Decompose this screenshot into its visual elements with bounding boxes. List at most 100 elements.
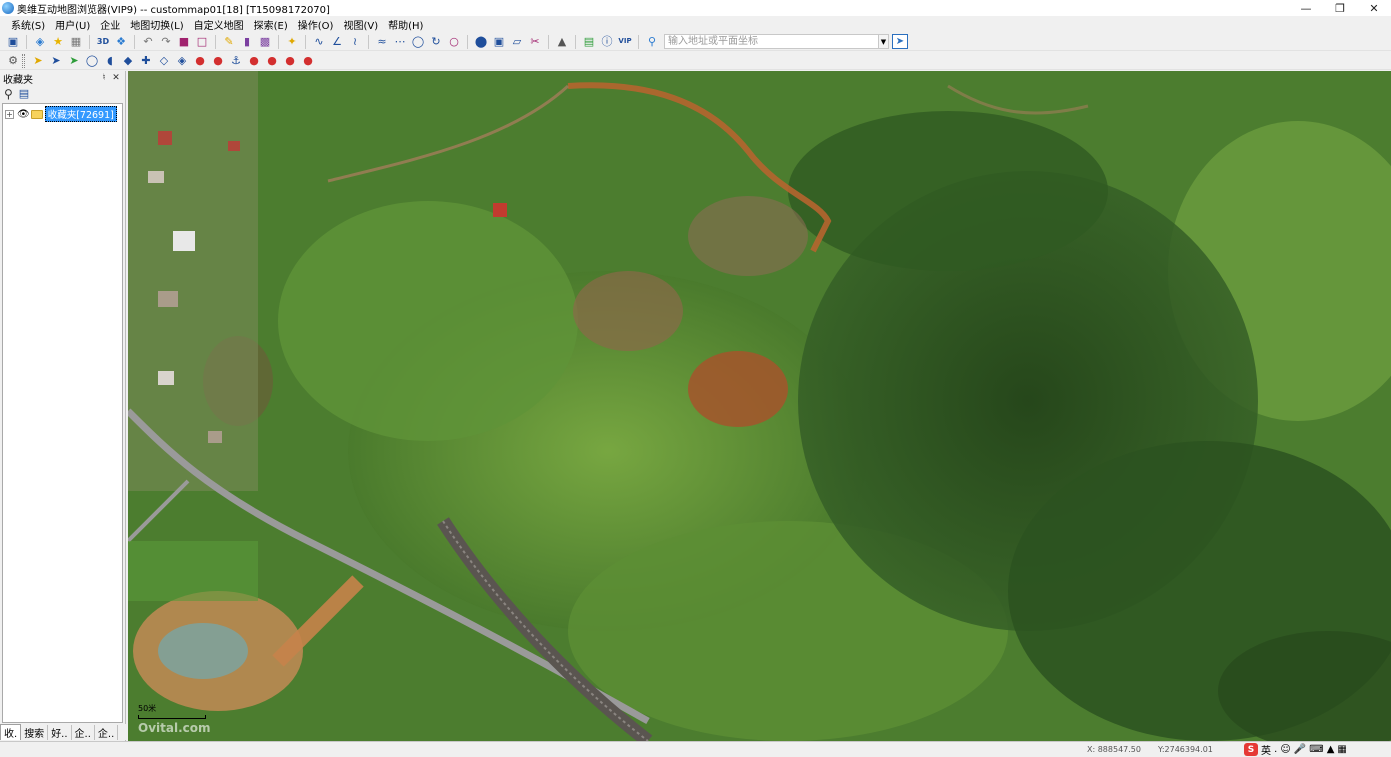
- expand-icon[interactable]: +: [5, 109, 14, 119]
- cross-icon[interactable]: ✚: [138, 53, 154, 69]
- tab-enterprise-2[interactable]: 企..: [95, 724, 119, 740]
- tab-enterprise-1[interactable]: 企..: [72, 724, 95, 740]
- title-bar: 奥维互动地图浏览器(VIP9) -- custommap01[18] [T150…: [0, 0, 1391, 16]
- diamond-outline-icon[interactable]: ◇: [156, 53, 172, 69]
- emoji-icon[interactable]: ☺: [1280, 744, 1290, 755]
- keyboard-icon[interactable]: ⌨: [1309, 744, 1323, 755]
- punctuation-icon[interactable]: ․: [1274, 744, 1277, 755]
- menu-system[interactable]: 系统(S): [6, 17, 50, 32]
- save-icon[interactable]: ▣: [5, 34, 21, 50]
- search-input[interactable]: [664, 34, 879, 49]
- menu-view[interactable]: 视图(V): [338, 17, 383, 32]
- angle-icon[interactable]: ∠: [329, 34, 345, 50]
- eraser-icon[interactable]: ▱: [509, 34, 525, 50]
- tree-root-row[interactable]: + 👁 收藏夹[72691]: [5, 106, 120, 122]
- toolbar-separator: [575, 34, 576, 49]
- path-icon[interactable]: ≈: [374, 34, 390, 50]
- microphone-icon[interactable]: 🎤: [1294, 744, 1306, 755]
- layers-stack-icon[interactable]: ▤: [19, 87, 29, 100]
- y-coordinate: Y:2746394.01: [1158, 744, 1213, 754]
- polyline-icon[interactable]: ∿: [311, 34, 327, 50]
- globe-view-icon[interactable]: ❖: [113, 34, 129, 50]
- three-d-button[interactable]: 3D: [95, 34, 111, 50]
- marker-red-icon[interactable]: ●: [210, 53, 226, 69]
- rotate-icon[interactable]: ↻: [428, 34, 444, 50]
- skin-icon[interactable]: ▲: [1327, 744, 1335, 755]
- favorites-tree[interactable]: + 👁 收藏夹[72691]: [2, 103, 123, 723]
- marker-red-icon[interactable]: ●: [246, 53, 262, 69]
- search-dropdown-button[interactable]: ▼: [879, 34, 889, 49]
- toolbar-separator: [26, 34, 27, 49]
- tab-friends[interactable]: 好..: [48, 724, 72, 740]
- ime-language-toggle[interactable]: 英: [1261, 742, 1271, 757]
- close-icon[interactable]: ✕: [110, 73, 122, 83]
- marker-red-icon[interactable]: ●: [192, 53, 208, 69]
- pin-icon[interactable]: ♮: [98, 73, 110, 83]
- toolbar-separator: [89, 34, 90, 49]
- select-box-icon[interactable]: □: [194, 34, 210, 50]
- scale-label: 50米: [138, 704, 157, 713]
- scale-bar: 50米: [138, 703, 206, 719]
- delete-icon[interactable]: ■: [176, 34, 192, 50]
- vip-button[interactable]: VIP: [617, 34, 633, 50]
- redo-icon[interactable]: ↷: [158, 34, 174, 50]
- curve-icon[interactable]: ≀: [347, 34, 363, 50]
- menu-bar: 系统(S) 用户(U) 企业 地图切换(L) 自定义地图 探索(E) 操作(O)…: [0, 16, 1391, 32]
- circle-icon[interactable]: ◯: [410, 34, 426, 50]
- scale-bar-line: [138, 715, 206, 719]
- info-icon[interactable]: ⓘ: [599, 34, 615, 50]
- settings-gear-icon[interactable]: ⚙: [5, 53, 21, 69]
- menu-help[interactable]: 帮助(H): [383, 17, 428, 32]
- minimize-button[interactable]: —: [1289, 0, 1323, 16]
- diamond-icon[interactable]: ◆: [120, 53, 136, 69]
- pin-yellow-icon[interactable]: ➤: [30, 53, 46, 69]
- track-icon[interactable]: ⋯: [392, 34, 408, 50]
- search-go-button[interactable]: ➤: [892, 34, 908, 49]
- magic-star-icon[interactable]: ✦: [284, 34, 300, 50]
- panel-icon[interactable]: ▮: [239, 34, 255, 50]
- measure-icon[interactable]: ▲: [554, 34, 570, 50]
- screen-icon[interactable]: ▣: [491, 34, 507, 50]
- anchor-icon[interactable]: ⚓: [228, 53, 244, 69]
- menu-enterprise[interactable]: 企业: [95, 17, 125, 32]
- panel-toolbar: ⚲ ▤: [0, 85, 125, 102]
- tree-root-label[interactable]: 收藏夹[72691]: [44, 106, 117, 122]
- menu-explore[interactable]: 探索(E): [249, 17, 293, 32]
- menu-user[interactable]: 用户(U): [50, 17, 95, 32]
- toolbox-icon[interactable]: ▦: [1337, 744, 1346, 755]
- layers-icon[interactable]: ◈: [32, 34, 48, 50]
- search-icon[interactable]: ⚲: [4, 87, 13, 101]
- pin-blue-icon[interactable]: ➤: [48, 53, 64, 69]
- tab-favorites[interactable]: 收.: [0, 724, 22, 740]
- diamond-arrow-icon[interactable]: ◈: [174, 53, 190, 69]
- arc-icon[interactable]: ◖: [102, 53, 118, 69]
- toolbar-separator: [548, 34, 549, 49]
- marker-red-icon[interactable]: ●: [264, 53, 280, 69]
- map-canvas[interactable]: 50米 Ovital.com: [128, 71, 1391, 741]
- sogou-ime-icon[interactable]: S: [1244, 743, 1258, 756]
- tab-search[interactable]: 搜索: [21, 724, 49, 740]
- favorite-star-icon[interactable]: ★: [50, 34, 66, 50]
- scissors-icon[interactable]: ✂: [527, 34, 543, 50]
- chat-icon[interactable]: ▤: [581, 34, 597, 50]
- toolbar-grip[interactable]: [22, 53, 25, 68]
- image-icon[interactable]: ▩: [257, 34, 273, 50]
- marker-red-icon[interactable]: ●: [300, 53, 316, 69]
- pencil-icon[interactable]: ✎: [221, 34, 237, 50]
- pin-green-icon[interactable]: ➤: [66, 53, 82, 69]
- marker-toolbar: ⚙ ➤ ➤ ➤ ◯ ◖ ◆ ✚ ◇ ◈ ● ● ⚓ ● ● ● ●: [0, 52, 1391, 70]
- menu-operation[interactable]: 操作(O): [293, 17, 339, 32]
- circle-outline-icon[interactable]: ◯: [84, 53, 100, 69]
- marker-red-icon[interactable]: ●: [282, 53, 298, 69]
- shape-icon[interactable]: ⬤: [473, 34, 489, 50]
- menu-map-switch[interactable]: 地图切换(L): [125, 17, 188, 32]
- building-icon[interactable]: ▦: [68, 34, 84, 50]
- menu-custom-map[interactable]: 自定义地图: [189, 17, 249, 32]
- toolbar-separator: [134, 34, 135, 49]
- close-window-button[interactable]: ✕: [1357, 0, 1391, 16]
- ring-icon[interactable]: ○: [446, 34, 462, 50]
- undo-icon[interactable]: ↶: [140, 34, 156, 50]
- globe-icon: [2, 2, 14, 14]
- eye-icon[interactable]: 👁: [17, 109, 30, 120]
- maximize-button[interactable]: ❐: [1323, 0, 1357, 16]
